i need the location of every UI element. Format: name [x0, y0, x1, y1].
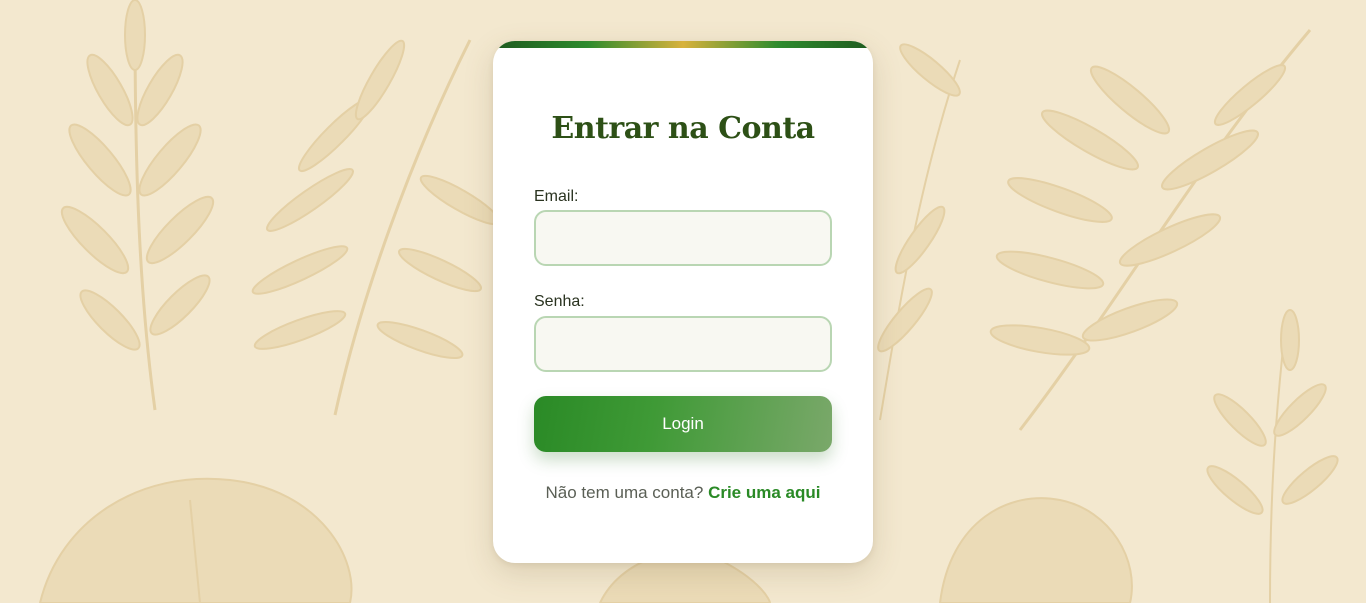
palm-frond-icon	[989, 29, 1312, 431]
signup-link[interactable]: Crie uma aqui	[708, 483, 820, 502]
signup-prompt-text: Não tem uma conta?	[545, 483, 704, 502]
page-title: Entrar na Conta	[551, 111, 815, 146]
login-button[interactable]: Login	[534, 396, 832, 452]
password-field[interactable]	[534, 316, 832, 372]
palm-frond-icon	[251, 39, 501, 416]
signup-prompt-row: Não tem uma conta? Crie uma aqui	[493, 483, 873, 503]
login-card: Entrar na Conta Email: Senha: Login Não …	[493, 41, 873, 563]
monstera-leaf-icon	[38, 477, 353, 603]
fern-leaf-icon	[877, 43, 961, 421]
fern-leaf-icon	[60, 0, 215, 411]
email-label: Email:	[534, 188, 579, 205]
email-field[interactable]	[534, 210, 832, 266]
fern-leaf-icon	[1206, 309, 1339, 603]
password-label: Senha:	[534, 293, 585, 310]
card-accent-bar	[493, 41, 873, 48]
